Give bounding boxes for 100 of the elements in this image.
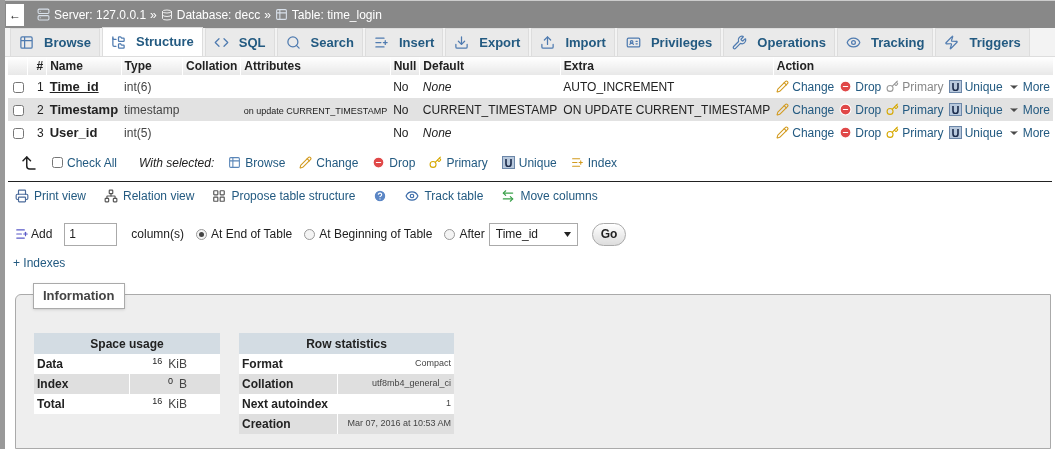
change-link[interactable]: Change [776, 123, 835, 142]
primary-link[interactable]: Primary [886, 100, 944, 119]
after-column-dropdown[interactable]: Time_id [488, 222, 578, 246]
column-header: Extra [560, 57, 774, 75]
unique-link[interactable]: Unique [948, 123, 1003, 142]
grid-icon [212, 189, 227, 203]
unique-link[interactable]: Unique [501, 153, 557, 172]
key-icon [429, 156, 443, 169]
wrench-icon [732, 35, 748, 50]
table-cell: User_id [46, 121, 122, 144]
check-all-checkbox[interactable] [52, 157, 63, 168]
radio-label: After [459, 226, 485, 243]
tab[interactable]: Operations [723, 28, 835, 56]
radio-label: At Beginning of Table [319, 226, 433, 243]
table-cell-text: 0 [167, 375, 173, 388]
table-cell: CURRENT_TIMESTAMP [419, 98, 561, 121]
column-count-field[interactable]: 1 [64, 222, 118, 246]
radio-label: At End of Table [211, 226, 293, 243]
go-button[interactable]: Go [591, 222, 627, 246]
column-header: Default [419, 57, 561, 75]
unique-link[interactable]: Unique [948, 100, 1003, 119]
pencil-icon [299, 156, 313, 169]
tab[interactable]: Tracking [836, 28, 934, 56]
row-checkbox[interactable] [13, 104, 24, 116]
table-cell: Time_id [46, 75, 122, 98]
track-link[interactable]: Track table [405, 187, 484, 205]
table-cell: Format [239, 354, 337, 374]
minus-icon [839, 103, 853, 116]
code-icon [213, 35, 229, 50]
propose-link[interactable]: Propose table structure [212, 187, 356, 205]
breadcrumb-link[interactable]: Table: time_login [291, 5, 382, 24]
tab[interactable]: Triggers [935, 28, 1030, 56]
index-link[interactable]: Index [570, 153, 618, 172]
lightning-icon [944, 35, 960, 50]
unique-icon [948, 80, 962, 93]
breadcrumb-separator: » [150, 6, 157, 24]
move-link[interactable]: Move columns [501, 187, 598, 205]
insert-icon [373, 35, 389, 50]
relation-link[interactable]: Relation view [104, 187, 195, 205]
help-icon[interactable] [373, 189, 388, 203]
table-cell: utf8mb4_general_ci [337, 374, 454, 394]
minus-icon [839, 80, 853, 93]
search-icon [285, 35, 301, 50]
radio-button[interactable] [444, 228, 456, 240]
primary-link[interactable]: Primary [886, 123, 944, 142]
unique-link[interactable]: Unique [948, 77, 1003, 96]
radio-button[interactable] [196, 228, 208, 240]
tab[interactable]: Search [276, 28, 363, 56]
table-cell: None [419, 121, 561, 144]
change-link[interactable]: Change [776, 100, 835, 119]
column-header: Attributes [240, 57, 391, 75]
breadcrumb-link[interactable]: Database: decc [176, 5, 261, 24]
tab[interactable]: Export [445, 28, 530, 56]
table-cell: int(5) [121, 121, 183, 144]
drop-link[interactable]: Drop [839, 77, 882, 96]
table-cell: None [419, 75, 561, 98]
tab[interactable]: Privileges [616, 28, 722, 56]
breadcrumb-link[interactable]: Server: 127.0.0.1 [54, 5, 147, 24]
browse-link[interactable]: Browse [228, 153, 286, 172]
tab[interactable]: Browse [10, 28, 100, 56]
structure-icon [110, 34, 126, 50]
table-cell: 2 [27, 98, 47, 121]
key-icon [886, 126, 900, 139]
pencil-icon [776, 126, 790, 139]
minus-icon [372, 156, 386, 169]
row-checkbox[interactable] [13, 81, 24, 93]
table-cell: No [390, 121, 420, 144]
indexes-link[interactable]: + Indexes [5, 254, 66, 272]
table-icon [228, 156, 242, 169]
table-cell: Timestamp [46, 98, 122, 121]
table-cell: int(6) [121, 75, 183, 98]
printer-icon [15, 189, 29, 203]
column-header: Null [390, 57, 420, 75]
tab[interactable]: Import [531, 28, 615, 56]
tab[interactable]: SQL [204, 28, 275, 56]
unit-label: column(s) [131, 226, 185, 243]
table-cell: Compact [337, 354, 454, 374]
table-icon [274, 8, 288, 21]
drop-link[interactable]: Drop [372, 153, 416, 172]
more-link[interactable]: More [1007, 77, 1050, 96]
change-link[interactable]: Change [776, 77, 835, 96]
drop-link[interactable]: Drop [839, 100, 882, 119]
column-header: Type [121, 57, 183, 75]
key-icon [886, 103, 900, 116]
drop-link[interactable]: Drop [839, 123, 882, 142]
unique-icon [948, 103, 962, 116]
change-link[interactable]: Change [299, 153, 359, 172]
radio-button[interactable] [304, 228, 316, 240]
more-link[interactable]: More [1007, 100, 1050, 119]
row-checkbox[interactable] [13, 127, 24, 139]
import-icon [540, 35, 556, 50]
more-link[interactable]: More [1007, 123, 1050, 142]
back-button[interactable]: ← [6, 3, 24, 26]
primary-link[interactable]: Primary [429, 153, 488, 172]
tab[interactable]: Insert [364, 28, 444, 56]
table-cell: 1 [337, 394, 454, 414]
print-link[interactable]: Print view [15, 187, 86, 205]
column-header: Action [773, 57, 1053, 75]
table-cell: on update CURRENT_TIMESTAMP [243, 105, 388, 116]
tab[interactable]: Structure [101, 27, 203, 56]
